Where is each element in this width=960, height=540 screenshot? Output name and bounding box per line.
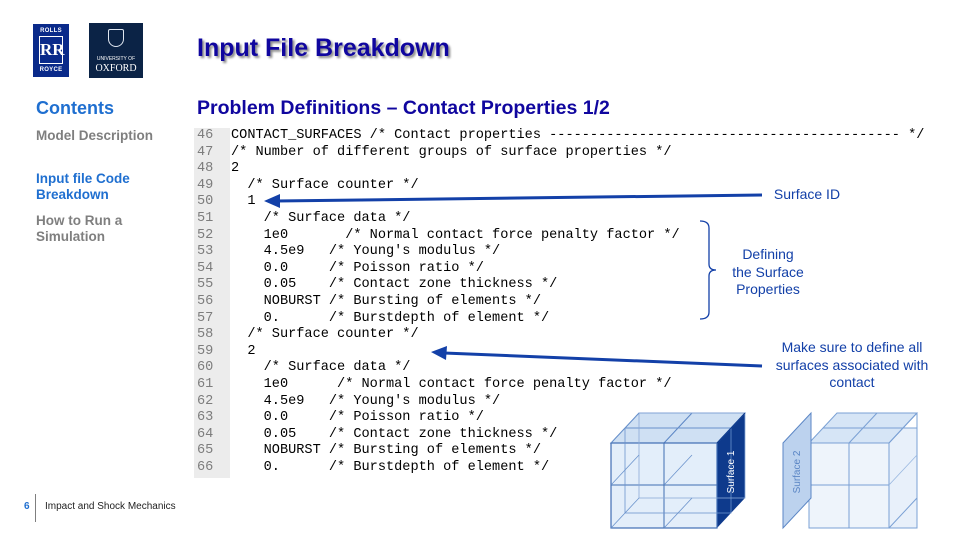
annotation-line: surfaces associated with	[775, 356, 929, 373]
surface-2-cube-icon: Surface 2	[782, 411, 919, 530]
annotation-line: Defining	[742, 246, 794, 262]
surface-1-cube-icon: Surface 1	[609, 412, 747, 529]
annotation-line: the Surface	[732, 263, 804, 280]
surface-1-label: Surface 1	[726, 450, 737, 493]
footer-divider	[35, 494, 36, 522]
defining-properties-label: Defining the Surface Properties	[718, 246, 818, 299]
annotation-line: Make sure to define all	[781, 339, 923, 355]
define-all-surfaces-note: Make sure to define all surfaces associa…	[762, 339, 942, 392]
footer-course-title: Impact and Shock Mechanics	[45, 501, 176, 512]
properties-bracket	[699, 220, 717, 320]
surface-id-label: Surface ID	[773, 186, 841, 202]
page-number: 6	[24, 501, 30, 512]
annotation-line: Properties	[736, 281, 800, 297]
contact-surfaces-arrow	[431, 346, 763, 368]
surface-id-arrow	[264, 193, 763, 208]
annotation-line: contact	[829, 374, 875, 390]
surface-2-label: Surface 2	[792, 450, 803, 493]
